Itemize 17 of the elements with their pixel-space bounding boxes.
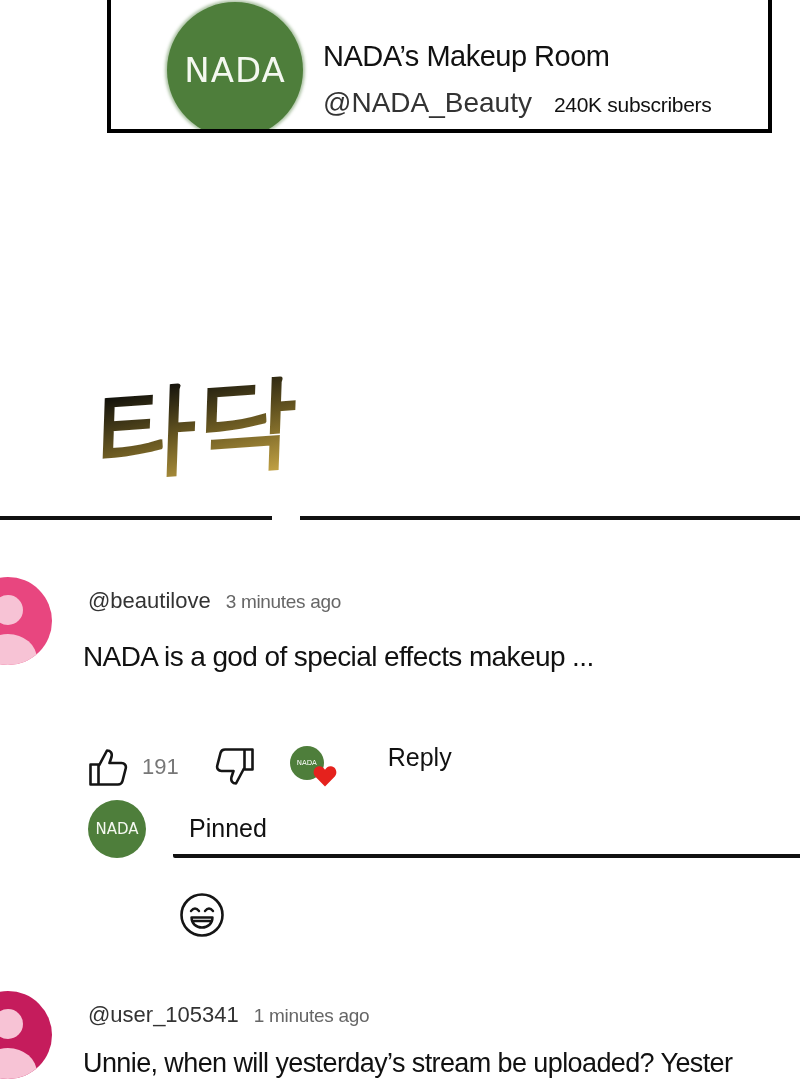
reply-button[interactable]: Reply [387,742,452,772]
channel-avatar: NADA [88,800,146,858]
thumbs-down-icon[interactable] [214,747,255,787]
channel-avatar: NADA [167,2,303,129]
thumbs-up-icon[interactable] [88,747,128,787]
comment-author[interactable]: @user_105341 [88,1001,239,1029]
comment-text: NADA is a god of special effects makeup ... [83,640,595,674]
comment-text: Unnie, when will yesterday’s stream be uploaded? Yester [83,1048,734,1078]
reply-field[interactable]: Pinned [173,800,800,858]
comment-time: 3 minutes ago [225,590,342,614]
comment-author[interactable]: @beautilove [88,587,211,615]
like-count: 191 [142,753,179,781]
comment-time: 1 minutes ago [253,1004,370,1028]
subscriber-count: 240K subscribers [553,92,712,118]
smiley-icon[interactable] [180,893,224,937]
channel-name: NADA’s Makeup Room [323,39,611,74]
channel-handle: @NADA_Beauty [323,86,532,120]
